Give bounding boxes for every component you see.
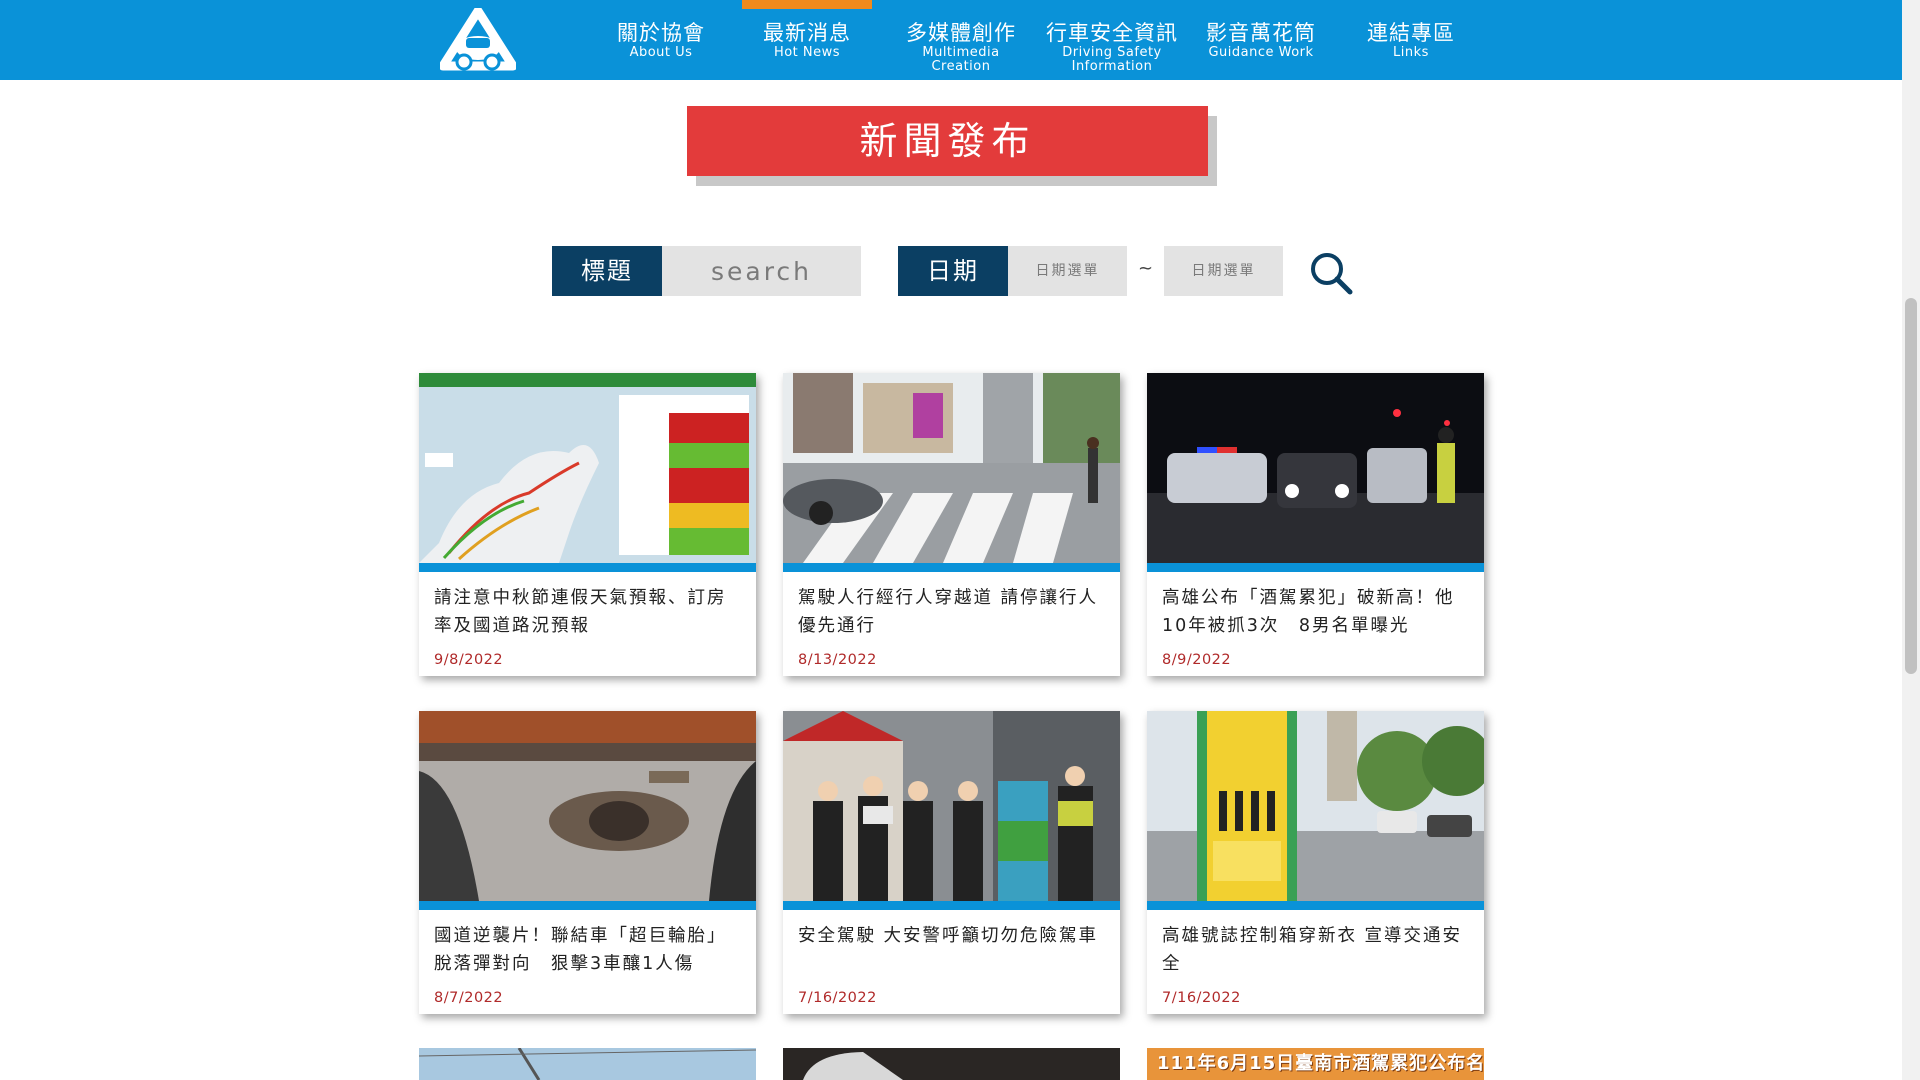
nav-label: 連結專區 [1367, 21, 1455, 45]
news-card[interactable]: 高雄號誌控制箱穿新衣 宣導交通安全 7/16/2022 [1147, 711, 1484, 1014]
nav-links[interactable]: 連結專區 Links [1341, 0, 1481, 80]
date-to-input[interactable] [1164, 246, 1283, 296]
news-date: 8/9/2022 [1162, 652, 1232, 668]
card-accent-strip [783, 563, 1120, 572]
news-card[interactable]: 駕駛人行經行人穿越道 請停讓行人優先通行 8/13/2022 [783, 373, 1120, 676]
date-filter-label: 日期 [898, 246, 1008, 296]
news-card[interactable]: 高雄公布「酒駕累犯」破新高！他10年被抓3次 8男名單曝光 8/9/2022 [1147, 373, 1484, 676]
news-date: 9/8/2022 [434, 652, 504, 668]
news-title: 駕駛人行經行人穿越道 請停讓行人優先通行 [798, 588, 1099, 636]
page-scrollbar[interactable] [1902, 0, 1920, 1080]
news-title: 請注意中秋節連假天氣預報、訂房率及國道路況預報 [434, 588, 727, 636]
page-title: 新聞發布 [687, 106, 1208, 176]
nav-label: 多媒體創作 [906, 21, 1016, 45]
news-title: 安全駕駛 大安警呼籲切勿危險駕車 [798, 926, 1099, 946]
nav-sublabel: Creation [931, 59, 991, 74]
nav-label: 最新消息 [763, 21, 851, 45]
scrollbar-thumb[interactable] [1905, 298, 1917, 674]
nav-hot-news[interactable]: 最新消息 Hot News [742, 0, 872, 80]
card-accent-strip [419, 563, 756, 572]
nav-sublabel: Links [1393, 45, 1429, 60]
news-card[interactable]: 國道逆襲片！聯結車「超巨輪胎」脫落彈對向 狠擊3車釀1人傷 8/7/2022 [419, 711, 756, 1014]
news-date: 8/7/2022 [434, 990, 504, 1006]
date-from-input[interactable] [1008, 246, 1127, 296]
nav-driving-safety-information[interactable]: 行車安全資訊 Driving Safety Information [1041, 0, 1183, 80]
news-date: 7/16/2022 [798, 990, 877, 1006]
news-thumbnail [783, 711, 1120, 901]
news-card[interactable]: 請注意中秋節連假天氣預報、訂房率及國道路況預報 9/8/2022 [419, 373, 756, 676]
news-thumbnail [1147, 711, 1484, 901]
partial-card-banner-text: 111年6月15日臺南市酒駕累犯公布名單 [1157, 1053, 1484, 1074]
nav-sublabel: Driving Safety [1062, 45, 1162, 60]
news-thumbnail [783, 373, 1120, 563]
nav-sublabel: Multimedia [922, 45, 1000, 60]
news-title: 高雄號誌控制箱穿新衣 宣導交通安全 [1162, 926, 1463, 974]
news-title: 高雄公布「酒駕累犯」破新高！他10年被抓3次 8男名單曝光 [1162, 588, 1455, 636]
news-card-partial[interactable]: 111年6月15日臺南市酒駕累犯公布名單 [1147, 1048, 1484, 1080]
news-date: 7/16/2022 [1162, 990, 1241, 1006]
news-title: 國道逆襲片！聯結車「超巨輪胎」脫落彈對向 狠擊3車釀1人傷 [434, 926, 727, 974]
title-filter-label: 標題 [552, 246, 662, 296]
news-card-partial[interactable] [783, 1048, 1120, 1080]
nav-multimedia-creation[interactable]: 多媒體創作 Multimedia Creation [891, 0, 1031, 80]
nav-guidance-work[interactable]: 影音萬花筒 Guidance Work [1191, 0, 1331, 80]
nav-sublabel: Guidance Work [1208, 45, 1314, 60]
nav-sublabel: About Us [629, 45, 693, 60]
nav-label: 關於協會 [617, 21, 705, 45]
title-search-input[interactable] [662, 246, 861, 296]
date-range-separator: ~ [1138, 258, 1154, 279]
news-thumbnail [419, 373, 756, 563]
news-thumbnail [419, 711, 756, 901]
card-accent-strip [783, 901, 1120, 910]
nav-label: 影音萬花筒 [1206, 21, 1316, 45]
magnifier-icon[interactable] [1308, 250, 1354, 296]
nav-label: 行車安全資訊 [1046, 21, 1178, 45]
association-logo[interactable] [440, 8, 516, 72]
news-thumbnail [1147, 373, 1484, 563]
news-date: 8/13/2022 [798, 652, 877, 668]
card-accent-strip [1147, 563, 1484, 572]
nav-about-us[interactable]: 關於協會 About Us [591, 0, 731, 80]
news-card-partial[interactable] [419, 1048, 756, 1080]
nav-sublabel: Hot News [773, 45, 841, 60]
card-accent-strip [419, 901, 756, 910]
top-navigation-bar: 關於協會 About Us 最新消息 Hot News 多媒體創作 Multim… [0, 0, 1902, 80]
news-card[interactable]: 安全駕駛 大安警呼籲切勿危險駕車 7/16/2022 [783, 711, 1120, 1014]
card-accent-strip [1147, 901, 1484, 910]
nav-sublabel: Information [1071, 59, 1153, 74]
